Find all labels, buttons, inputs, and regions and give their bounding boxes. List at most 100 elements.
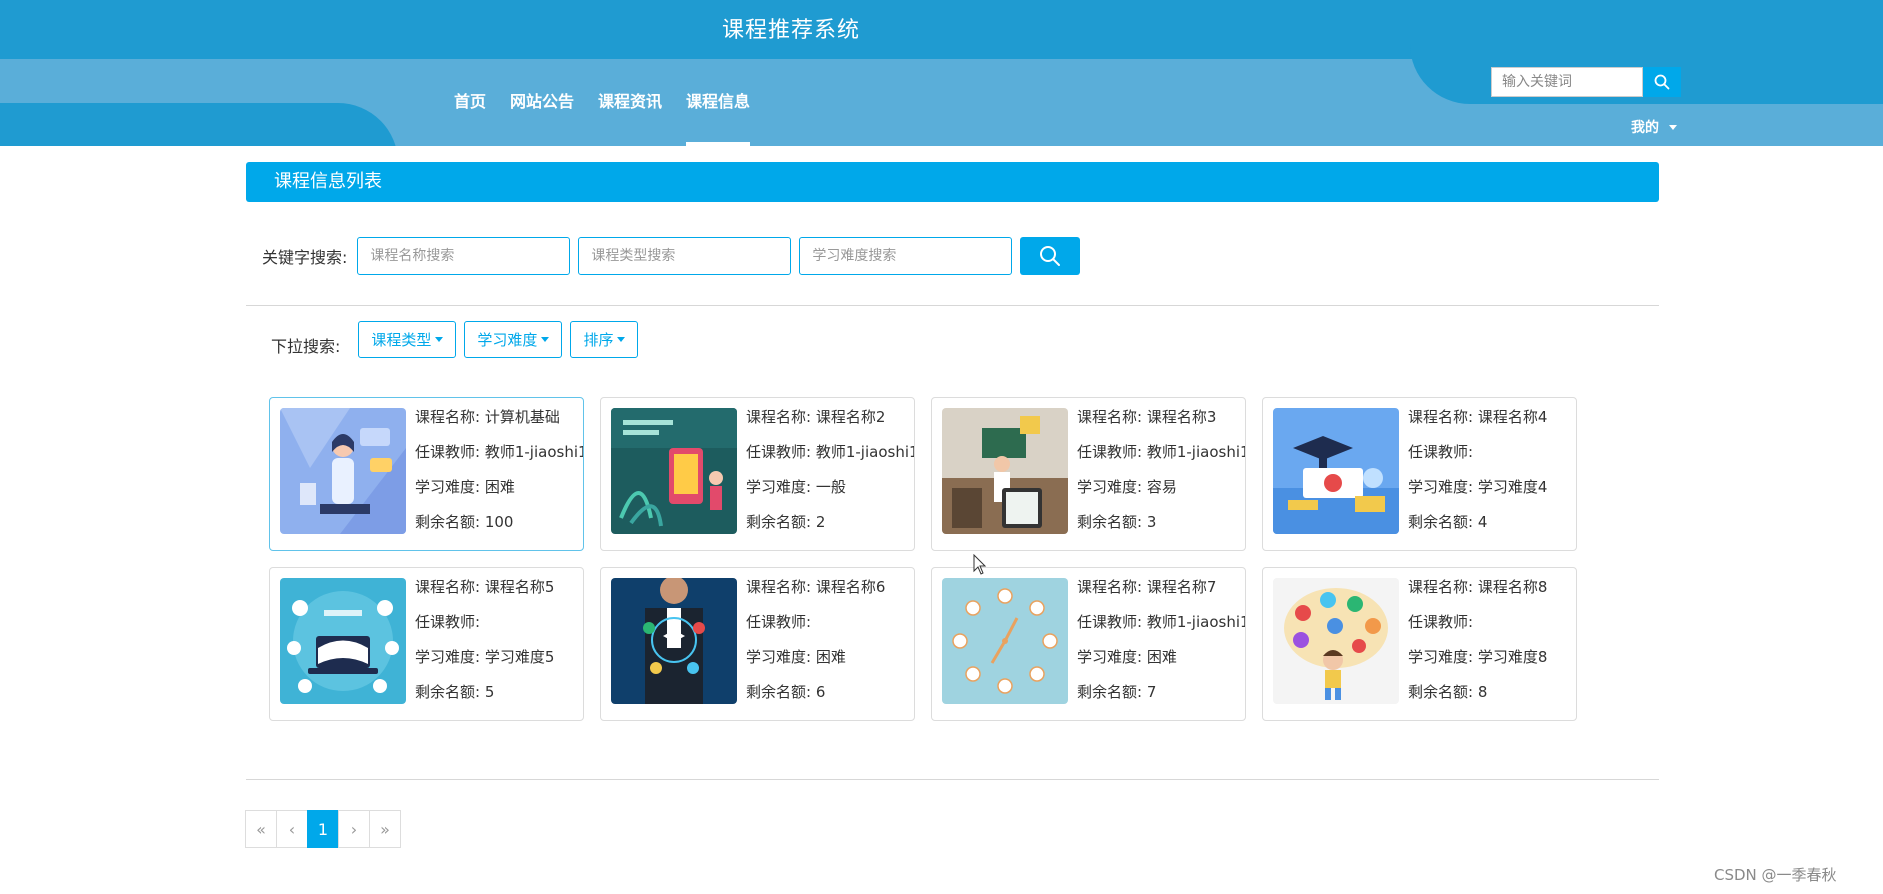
difficulty-label: 学习难度:	[415, 648, 481, 666]
course-info: 课程名称: 课程名称7 任课教师: 教师1-jiaoshi1 学习难度: 困难 …	[1077, 574, 1246, 714]
course-info: 课程名称: 课程名称8 任课教师: 学习难度: 学习难度8 剩余名额: 8	[1408, 574, 1576, 714]
teacher-name: 教师1-jiaoshi1	[1146, 613, 1246, 631]
course-name: 课程名称6	[815, 578, 886, 596]
course-info: 课程名称: 课程名称5 任课教师: 学习难度: 学习难度5 剩余名额: 5	[415, 574, 583, 714]
nav-item-course-info[interactable]: 课程信息	[686, 88, 751, 146]
remaining-value: 7	[1146, 683, 1157, 701]
chevron-down-icon	[1669, 124, 1677, 130]
sort-dropdown[interactable]: 排序	[570, 321, 639, 358]
remaining-line: 剩余名额: 3	[1077, 509, 1245, 544]
remaining-label: 剩余名额:	[1408, 683, 1474, 701]
teacher-line: 任课教师:	[1408, 439, 1576, 474]
remaining-value: 8	[1477, 683, 1488, 701]
header-left-decoration	[0, 103, 398, 146]
difficulty-line: 学习难度: 一般	[746, 474, 914, 509]
nav-item-announcements[interactable]: 网站公告	[510, 88, 574, 146]
course-card[interactable]: 课程名称: 课程名称2 任课教师: 教师1-jiaoshi1 学习难度: 一般 …	[600, 397, 915, 551]
teacher-label: 任课教师:	[415, 443, 481, 461]
nav-item-home[interactable]: 首页	[454, 88, 486, 146]
user-menu[interactable]: 我的	[1631, 117, 1677, 137]
difficulty-value: 学习难度8	[1477, 648, 1548, 666]
course-type-dropdown[interactable]: 课程类型	[358, 321, 457, 358]
course-card[interactable]: 课程名称: 课程名称7 任课教师: 教师1-jiaoshi1 学习难度: 困难 …	[931, 567, 1246, 721]
course-thumbnail	[280, 408, 406, 534]
last-page-button[interactable]: »	[369, 810, 401, 848]
difficulty-line: 学习难度: 学习难度4	[1408, 474, 1576, 509]
search-icon	[1654, 74, 1670, 90]
course-card[interactable]: 课程名称: 课程名称4 任课教师: 学习难度: 学习难度4 剩余名额: 4	[1262, 397, 1577, 551]
teacher-label: 任课教师:	[1077, 613, 1143, 631]
course-thumbnail	[1273, 408, 1399, 534]
difficulty-label: 学习难度:	[746, 478, 812, 496]
search-icon	[1040, 246, 1061, 266]
header-search	[1491, 67, 1681, 97]
chevron-down-icon	[435, 337, 444, 342]
difficulty-label: 学习难度:	[746, 648, 812, 666]
course-card-grid: 课程名称: 计算机基础 任课教师: 教师1-jiaoshi1 学习难度: 困难 …	[269, 397, 1579, 721]
header-search-button[interactable]	[1643, 67, 1681, 97]
difficulty-line: 学习难度: 困难	[1077, 644, 1245, 679]
teacher-line: 任课教师: 教师1-jiaoshi1	[1077, 439, 1245, 474]
course-card[interactable]: 课程名称: 课程名称5 任课教师: 学习难度: 学习难度5 剩余名额: 5	[269, 567, 584, 721]
course-thumbnail	[611, 408, 737, 534]
course-info: 课程名称: 课程名称6 任课教师: 学习难度: 困难 剩余名额: 6	[746, 574, 914, 714]
remaining-label: 剩余名额:	[415, 683, 481, 701]
dropdown-search-row: 下拉搜索: 课程类型 学习难度 排序	[271, 321, 646, 358]
difficulty-value: 困难	[1146, 648, 1177, 666]
difficulty-line: 学习难度: 困难	[746, 644, 914, 679]
header-search-input[interactable]	[1491, 67, 1643, 97]
first-page-button[interactable]: «	[245, 810, 277, 848]
course-name-label: 课程名称:	[1408, 578, 1474, 596]
teacher-label: 任课教师:	[1408, 613, 1474, 631]
difficulty-dropdown-label: 学习难度	[477, 331, 538, 349]
course-card[interactable]: 课程名称: 课程名称8 任课教师: 学习难度: 学习难度8 剩余名额: 8	[1262, 567, 1577, 721]
difficulty-value: 容易	[1146, 478, 1177, 496]
difficulty-label: 学习难度:	[1408, 648, 1474, 666]
nav-item-course-news[interactable]: 课程资讯	[598, 88, 662, 146]
course-thumbnail	[611, 578, 737, 704]
course-name: 课程名称5	[484, 578, 555, 596]
course-type-search-input[interactable]	[578, 237, 792, 275]
teacher-label: 任课教师:	[415, 613, 481, 631]
difficulty-label: 学习难度:	[415, 478, 481, 496]
course-name-label: 课程名称:	[1077, 578, 1143, 596]
course-info: 课程名称: 课程名称3 任课教师: 教师1-jiaoshi1 学习难度: 容易 …	[1077, 404, 1245, 544]
course-name-search-input[interactable]	[357, 237, 571, 275]
course-name-line: 课程名称: 课程名称5	[415, 574, 583, 609]
teacher-name: 教师1-jiaoshi1	[815, 443, 915, 461]
remaining-line: 剩余名额: 6	[746, 679, 914, 714]
main-nav: 首页 网站公告 课程资讯 课程信息	[454, 88, 774, 146]
user-menu-label: 我的	[1631, 120, 1659, 136]
difficulty-label: 学习难度:	[1077, 478, 1143, 496]
course-card[interactable]: 课程名称: 课程名称3 任课教师: 教师1-jiaoshi1 学习难度: 容易 …	[931, 397, 1246, 551]
teacher-line: 任课教师:	[415, 609, 583, 644]
difficulty-line: 学习难度: 困难	[415, 474, 583, 509]
remaining-line: 剩余名额: 4	[1408, 509, 1576, 544]
remaining-line: 剩余名额: 2	[746, 509, 914, 544]
remaining-label: 剩余名额:	[746, 513, 812, 531]
remaining-label: 剩余名额:	[1408, 513, 1474, 531]
keyword-search-button[interactable]	[1020, 237, 1081, 275]
prev-page-button[interactable]: ‹	[276, 810, 308, 848]
course-name: 课程名称7	[1146, 578, 1217, 596]
page-1-button[interactable]: 1	[307, 810, 339, 848]
course-card[interactable]: 课程名称: 计算机基础 任课教师: 教师1-jiaoshi1 学习难度: 困难 …	[269, 397, 584, 551]
teacher-label: 任课教师:	[1077, 443, 1143, 461]
remaining-value: 4	[1477, 513, 1488, 531]
remaining-value: 3	[1146, 513, 1157, 531]
course-name-line: 课程名称: 课程名称6	[746, 574, 914, 609]
remaining-label: 剩余名额:	[1077, 513, 1143, 531]
remaining-line: 剩余名额: 7	[1077, 679, 1245, 714]
next-page-button[interactable]: ›	[338, 810, 370, 848]
course-info: 课程名称: 课程名称4 任课教师: 学习难度: 学习难度4 剩余名额: 4	[1408, 404, 1576, 544]
difficulty-search-input[interactable]	[799, 237, 1013, 275]
course-type-dropdown-label: 课程类型	[371, 331, 432, 349]
course-card[interactable]: 课程名称: 课程名称6 任课教师: 学习难度: 困难 剩余名额: 6	[600, 567, 915, 721]
difficulty-value: 学习难度5	[484, 648, 555, 666]
course-name-label: 课程名称:	[415, 408, 481, 426]
difficulty-value: 学习难度4	[1477, 478, 1548, 496]
teacher-line: 任课教师: 教师1-jiaoshi1	[746, 439, 915, 474]
difficulty-dropdown[interactable]: 学习难度	[464, 321, 563, 358]
site-title: 课程推荐系统	[722, 18, 861, 43]
course-name: 课程名称8	[1477, 578, 1548, 596]
